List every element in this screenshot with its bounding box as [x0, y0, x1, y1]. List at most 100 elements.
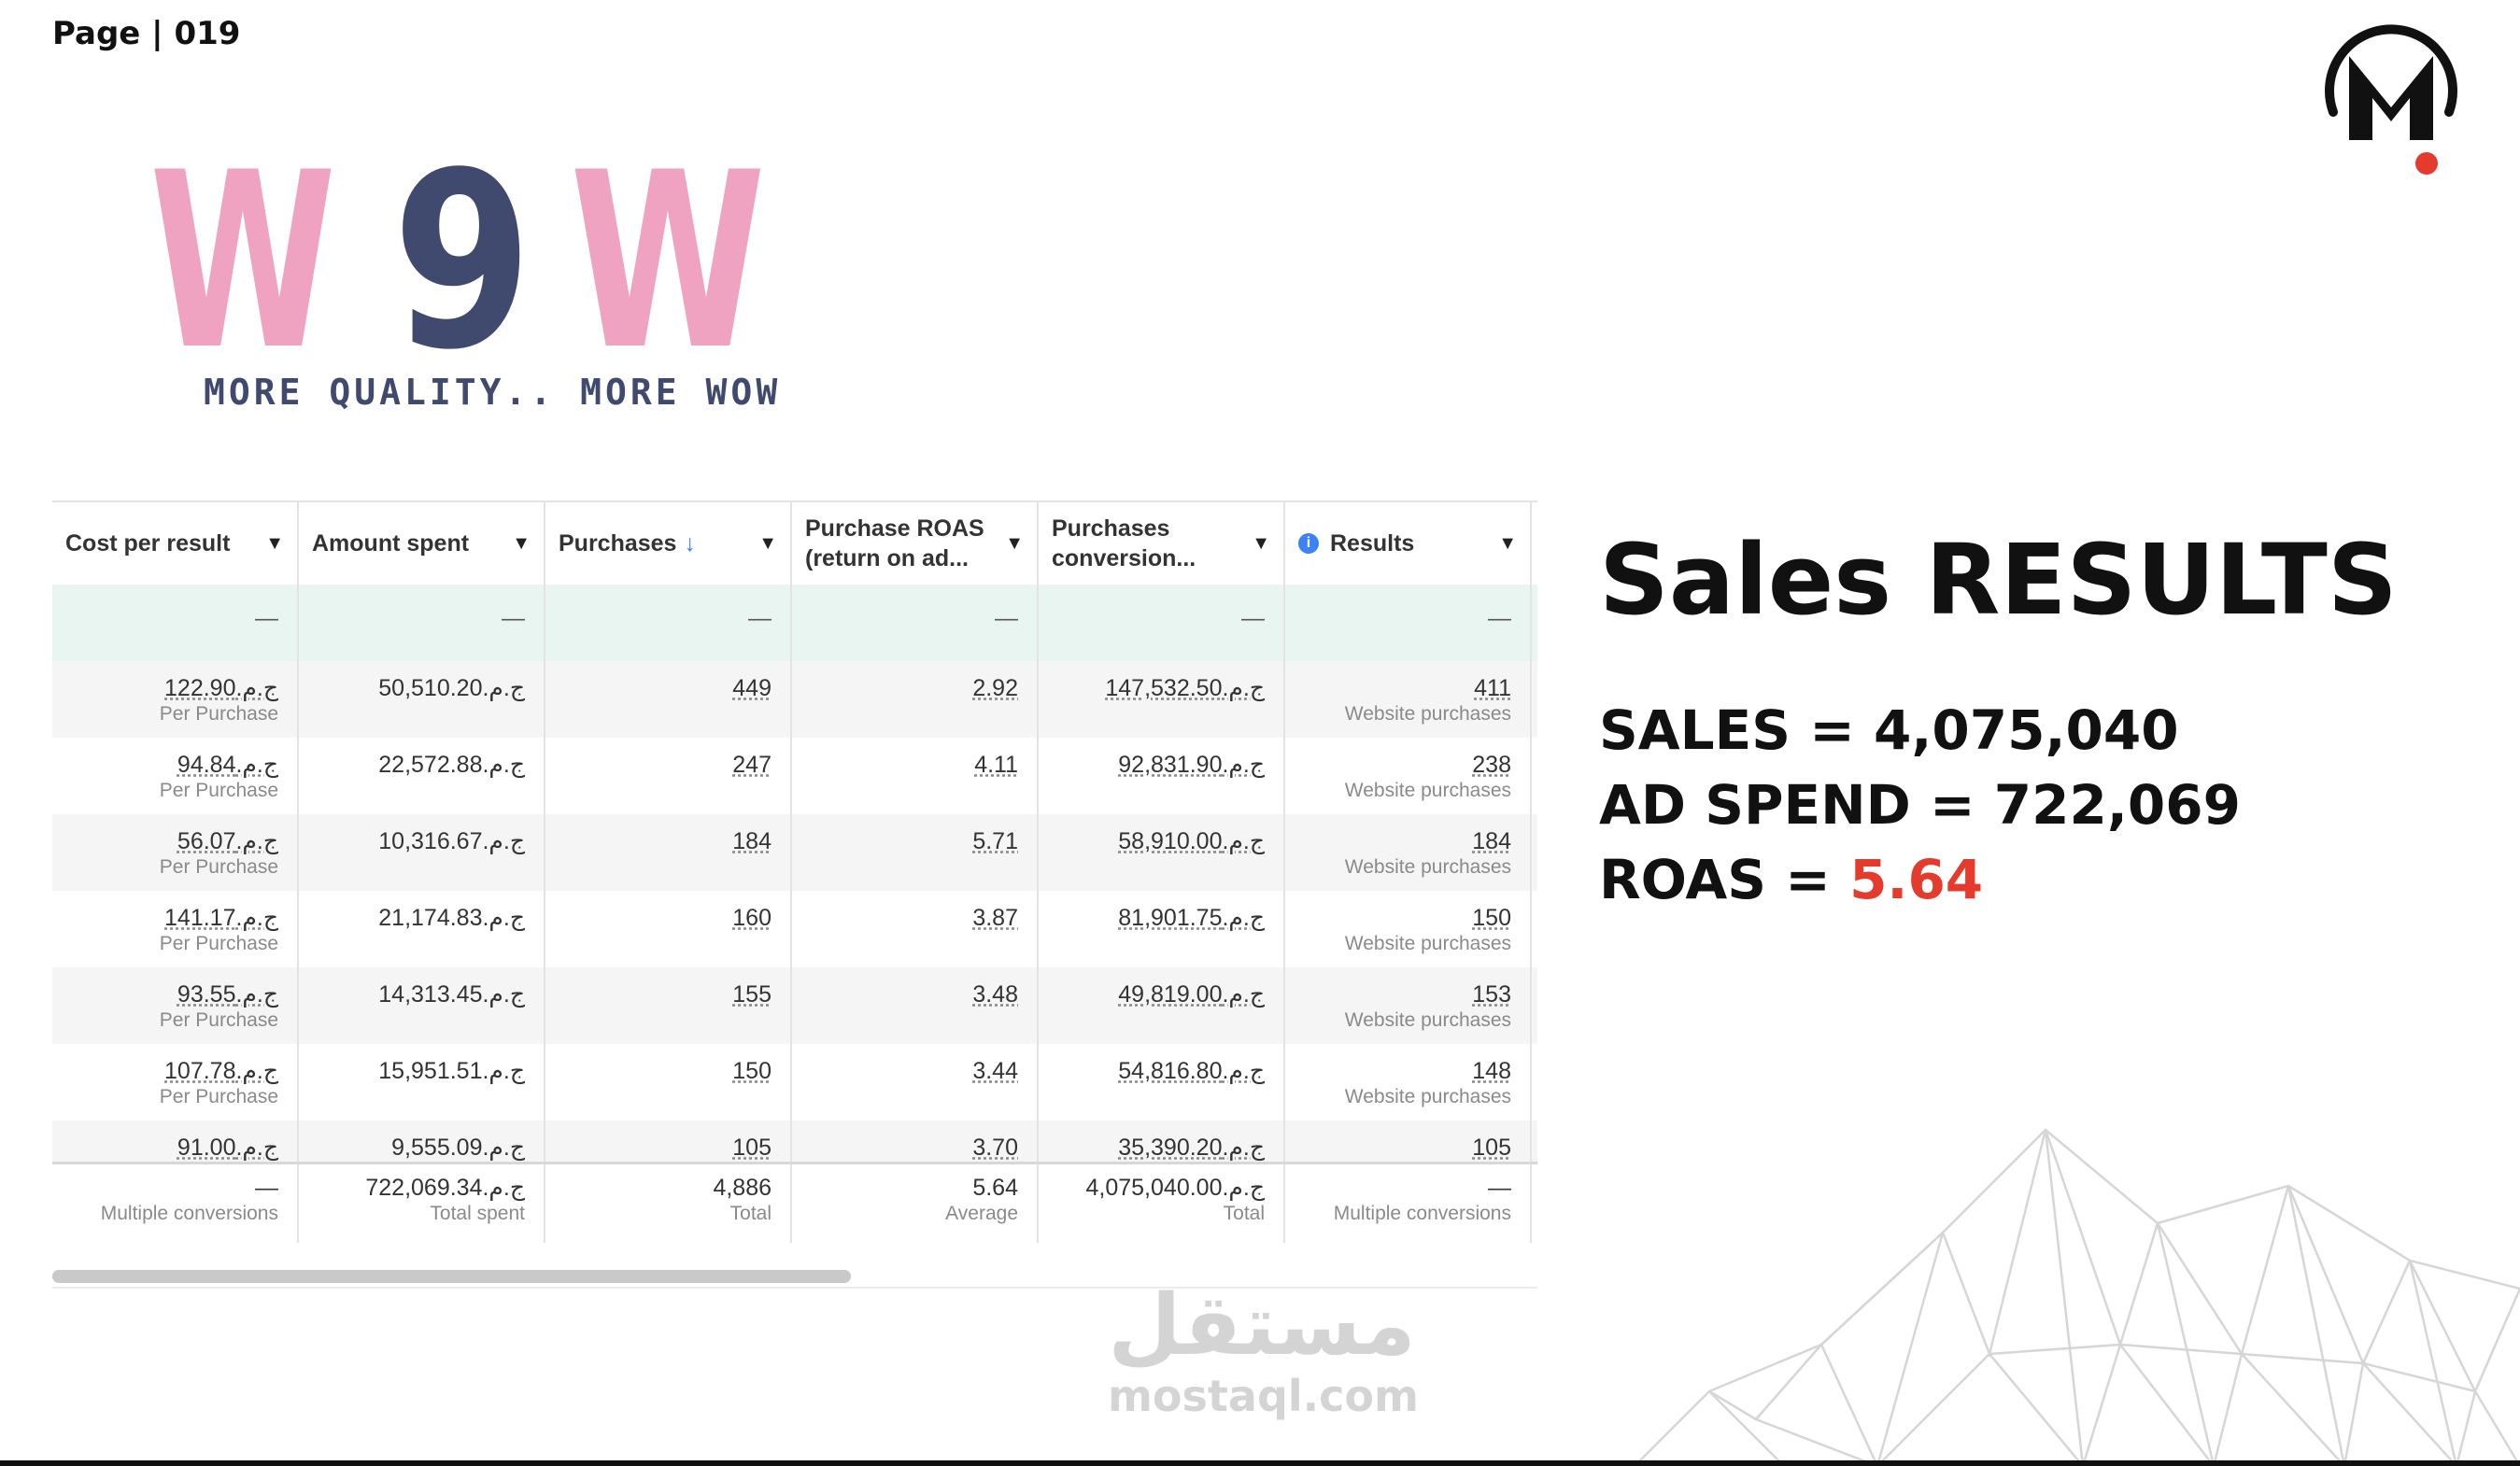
empty-results-cell: —	[1285, 585, 1532, 661]
cost-cell-value[interactable]: ج.م.94.84	[71, 738, 278, 779]
caret-down-icon[interactable]: ▼	[1005, 533, 1024, 555]
cost-cell: ج.م.56.07 Per Purchase	[52, 814, 299, 891]
purchases-cell-value[interactable]: 160	[564, 891, 772, 932]
spent-cell: ج.م.15,951.51	[299, 1044, 545, 1121]
conversion-cell: ج.م.92,831.90	[1039, 738, 1285, 814]
cost-cell-subtext: Per Purchase	[159, 780, 278, 801]
empty-cost-cell: —	[52, 585, 299, 661]
purchases-cell-value[interactable]: 184	[564, 814, 772, 855]
roas-cell-value[interactable]: 2.92	[811, 661, 1018, 702]
purchases-cell: 155	[545, 967, 792, 1044]
table-row[interactable]: ج.م.122.90 Per Purchase ج.م.50,510.20 449 2.…	[52, 661, 1537, 738]
table-row[interactable]: ج.م.141.17 Per Purchase ج.م.21,174.83 160 3.…	[52, 891, 1537, 967]
results-cell-value[interactable]: 411	[1304, 661, 1511, 702]
empty-purchases-cell: —	[545, 585, 792, 661]
cost-cell-value[interactable]: ج.م.122.90	[71, 661, 278, 702]
spent-cell: ج.م.50,510.20	[299, 661, 545, 738]
cost-cell-value[interactable]: ج.م.141.17	[71, 891, 278, 932]
horizontal-scrollbar[interactable]	[52, 1270, 851, 1283]
sales-metric: SALES = 4,075,040	[1599, 698, 2179, 762]
col-cost-per-result[interactable]: Cost per result ▼	[52, 502, 299, 585]
m-brand-logo	[2325, 24, 2457, 175]
cost-cell: ج.م.94.84 Per Purchase	[52, 738, 299, 814]
conversion-cell-value[interactable]: ج.م.147,532.50	[1057, 661, 1265, 702]
table-row[interactable]: ج.م.94.84 Per Purchase ج.م.22,572.88 247 4.1…	[52, 738, 1537, 814]
purchases-cell-value[interactable]: 105	[564, 1121, 772, 1162]
cost-cell-subtext: Per Purchase	[159, 933, 278, 954]
purchases-cell: 449	[545, 661, 792, 738]
cost-cell-subtext: Per Purchase	[159, 1009, 278, 1031]
decorative-mesh	[1635, 1128, 2520, 1466]
results-cell-value[interactable]: 238	[1304, 738, 1511, 779]
roas-cell-value[interactable]: 3.48	[811, 967, 1018, 1008]
cost-cell-subtext: Per Purchase	[159, 703, 278, 725]
caret-down-icon[interactable]: ▼	[1498, 533, 1517, 555]
caret-down-icon[interactable]: ▼	[265, 533, 284, 555]
col-purchases[interactable]: Purchases ↓ ▼	[545, 502, 792, 585]
purchases-cell-value[interactable]: 150	[564, 1044, 772, 1085]
results-cell-value[interactable]: 150	[1304, 891, 1511, 932]
cost-cell-value[interactable]: ج.م.107.78	[71, 1044, 278, 1085]
results-cell: 184 Website purchases	[1285, 814, 1532, 891]
spent-cell-value: ج.م.15,951.51	[378, 1058, 525, 1084]
roas-cell-value[interactable]: 4.11	[811, 738, 1018, 779]
purchases-cell-value[interactable]: 155	[564, 967, 772, 1008]
sort-descending-icon[interactable]: ↓	[684, 530, 696, 557]
sales-results-title: Sales RESULTS	[1599, 523, 2398, 637]
col-purchases-conversion[interactable]: Purchases conversion... ▼	[1039, 502, 1285, 585]
conversion-cell-value[interactable]: ج.م.49,819.00	[1057, 967, 1265, 1008]
cost-cell: ج.م.122.90 Per Purchase	[52, 661, 299, 738]
conversion-cell-value[interactable]: ج.م.35,390.20	[1057, 1121, 1265, 1162]
caret-down-icon[interactable]: ▼	[758, 533, 777, 555]
roas-cell-value[interactable]: 3.87	[811, 891, 1018, 932]
caret-down-icon[interactable]: ▼	[512, 533, 531, 555]
results-cell-subtext: Website purchases	[1344, 1009, 1511, 1031]
spent-cell-value: ج.م.10,316.67	[378, 828, 525, 854]
conversion-cell: ج.م.54,816.80	[1039, 1044, 1285, 1121]
empty-conversion-cell: —	[1039, 585, 1285, 661]
table-row[interactable]: ج.م.93.55 Per Purchase ج.م.14,313.45 155 3.4…	[52, 967, 1537, 1044]
caret-down-icon[interactable]: ▼	[1252, 533, 1270, 555]
conversion-cell-value[interactable]: ج.م.58,910.00	[1057, 814, 1265, 855]
results-cell-subtext: Website purchases	[1344, 856, 1511, 878]
svg-text:W: W	[570, 149, 766, 403]
empty-roas-cell: —	[792, 585, 1039, 661]
info-icon[interactable]: i	[1298, 533, 1319, 554]
mostaql-watermark: مستقل mostaql.com	[1108, 1276, 1419, 1421]
spent-cell-value: ج.م.22,572.88	[378, 752, 525, 778]
col-purchase-roas[interactable]: Purchase ROAS (return on ad... ▼	[792, 502, 1039, 585]
cost-cell-value[interactable]: ج.م.91.00	[71, 1121, 278, 1162]
total-spent-cell: ج.م.722,069.34 Total spent	[299, 1164, 545, 1243]
roas-cell: 4.11	[792, 738, 1039, 814]
page-number: Page | 019	[52, 15, 241, 52]
roas-cell: 5.71	[792, 814, 1039, 891]
col-amount-spent[interactable]: Amount spent ▼	[299, 502, 545, 585]
results-cell-value[interactable]: 148	[1304, 1044, 1511, 1085]
cost-cell-value[interactable]: ج.م.93.55	[71, 967, 278, 1008]
conversion-cell: ج.م.58,910.00	[1039, 814, 1285, 891]
results-cell-value[interactable]: 184	[1304, 814, 1511, 855]
col-results[interactable]: i Results ▼	[1285, 502, 1532, 585]
roas-cell-value[interactable]: 3.44	[811, 1044, 1018, 1085]
spent-cell: ج.م.21,174.83	[299, 891, 545, 967]
conversion-cell-value[interactable]: ج.م.92,831.90	[1057, 738, 1265, 779]
conversion-cell-value[interactable]: ج.م.81,901.75	[1057, 891, 1265, 932]
ads-results-table: Cost per result ▼ Amount spent ▼ Purchas…	[52, 500, 1537, 1289]
results-cell: 153 Website purchases	[1285, 967, 1532, 1044]
table-row[interactable]: ج.م.56.07 Per Purchase ج.م.10,316.67 184 5.7…	[52, 814, 1537, 891]
results-cell: 148 Website purchases	[1285, 1044, 1532, 1121]
cost-cell-value[interactable]: ج.م.56.07	[71, 814, 278, 855]
purchases-cell-value[interactable]: 449	[564, 661, 772, 702]
cost-cell: ج.م.93.55 Per Purchase	[52, 967, 299, 1044]
spent-cell-value: ج.م.21,174.83	[378, 905, 525, 931]
purchases-cell-value[interactable]: 247	[564, 738, 772, 779]
svg-text:9: 9	[392, 149, 532, 403]
conversion-cell-value[interactable]: ج.م.54,816.80	[1057, 1044, 1265, 1085]
results-cell-value[interactable]: 105	[1304, 1121, 1511, 1162]
table-row[interactable]: ج.م.107.78 Per Purchase ج.م.15,951.51 150 3.…	[52, 1044, 1537, 1121]
results-cell-value[interactable]: 153	[1304, 967, 1511, 1008]
brand-tagline: MORE QUALITY.. MORE WOW	[204, 372, 782, 413]
roas-cell-value[interactable]: 5.71	[811, 814, 1018, 855]
roas-cell-value[interactable]: 3.70	[811, 1121, 1018, 1162]
roas-cell: 3.87	[792, 891, 1039, 967]
